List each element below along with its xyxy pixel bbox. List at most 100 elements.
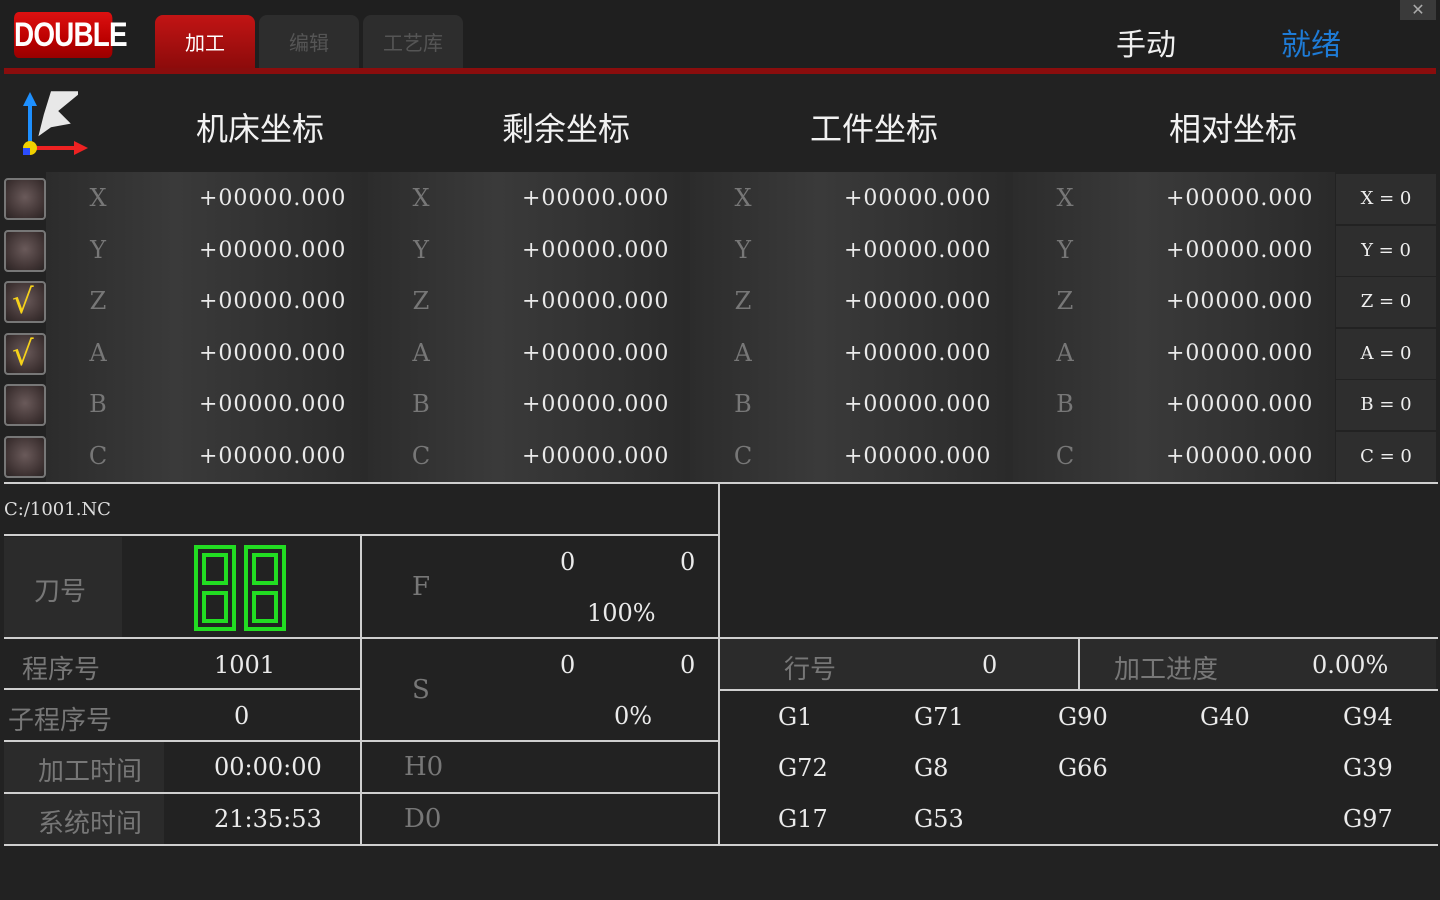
gcode-item: G97	[1343, 805, 1393, 833]
heading-remaining-coords: 剩余坐标	[502, 110, 631, 148]
zero-axis-button[interactable]: X = 0	[1336, 174, 1436, 224]
gcode-item: G17	[778, 805, 828, 833]
remaining-coords-panel	[368, 172, 690, 482]
gcode-item: G8	[914, 754, 949, 782]
axis-checkbox[interactable]	[4, 230, 46, 272]
axis-checkbox[interactable]: √	[4, 281, 46, 323]
progress-label: 加工进度	[1114, 655, 1219, 685]
axis-label: C	[1055, 442, 1075, 470]
axis-label: B	[89, 390, 107, 418]
axis-label: B	[1056, 390, 1074, 418]
close-button[interactable]: ✕	[1400, 0, 1436, 20]
relative-coords-panel	[1013, 172, 1335, 482]
title-bar: DOUBLE 加工 编辑 工艺库 手动 就绪 ✕	[0, 0, 1440, 70]
axis-checkbox[interactable]	[4, 436, 46, 478]
divider	[720, 689, 1438, 691]
axis-label: Z	[412, 287, 430, 315]
header-divider	[4, 68, 1436, 74]
axis-label: Y	[735, 236, 751, 264]
spindle-override: 0%	[614, 702, 653, 730]
coordinate-value: +00000.000	[844, 186, 992, 211]
axis-label: X	[1056, 184, 1074, 212]
sub-program-label: 子程序号	[8, 706, 113, 736]
coordinate-value: +00000.000	[522, 238, 670, 263]
coordinate-value: +00000.000	[844, 341, 992, 366]
heading-relative-coords: 相对坐标	[1169, 110, 1298, 148]
machining-time-label: 加工时间	[38, 757, 143, 787]
divider	[4, 844, 1438, 846]
zero-axis-button[interactable]: A = 0	[1336, 329, 1436, 379]
axis-checkbox[interactable]	[4, 178, 46, 220]
axis-label: Z	[734, 287, 752, 315]
gcode-item: G40	[1200, 703, 1250, 731]
divider	[4, 534, 720, 536]
system-time: 21:35:53	[214, 805, 322, 833]
axis-label: B	[734, 390, 752, 418]
axis-label: X	[412, 184, 430, 212]
coordinate-value: +00000.000	[1166, 341, 1314, 366]
tool-number-display: 00	[190, 544, 286, 631]
coordinate-value: +00000.000	[1166, 238, 1314, 263]
system-time-label: 系统时间	[38, 809, 143, 839]
axis-checkbox[interactable]	[4, 384, 46, 426]
tab-edit[interactable]: 编辑	[259, 15, 359, 68]
gcode-item: G53	[914, 805, 964, 833]
tool-length-offset: H0	[404, 752, 444, 782]
divider	[4, 688, 362, 690]
coordinate-value: +00000.000	[199, 341, 347, 366]
axis-label: Y	[1057, 236, 1073, 264]
axis-label: Y	[90, 236, 106, 264]
tool-label: 刀号	[34, 577, 87, 607]
axis-label: A	[1056, 339, 1074, 367]
tab-machining[interactable]: 加工	[155, 15, 255, 68]
axis-label: C	[88, 442, 108, 470]
coordinate-value: +00000.000	[844, 238, 992, 263]
axis-label: A	[734, 339, 752, 367]
file-path: C:/1001.NC	[4, 499, 111, 520]
zero-axis-button[interactable]: B = 0	[1336, 380, 1436, 430]
axis-label: A	[89, 339, 107, 367]
spindle-value-1: 0	[560, 651, 576, 679]
tool-number: 00	[190, 544, 192, 545]
divider	[4, 482, 1438, 484]
coordinate-value: +00000.000	[1166, 186, 1314, 211]
gcode-item: G71	[914, 703, 964, 731]
coordinate-value: +00000.000	[1166, 392, 1314, 417]
gcode-item: G39	[1343, 754, 1393, 782]
coordinate-value: +00000.000	[1166, 289, 1314, 314]
gcode-item: G72	[778, 754, 828, 782]
program-number: 1001	[214, 651, 276, 679]
check-icon: √	[12, 282, 34, 322]
gcode-item: G66	[1058, 754, 1108, 782]
zero-axis-button[interactable]: Z = 0	[1336, 277, 1436, 327]
workpiece-coords-panel	[690, 172, 1013, 482]
coordinate-value: +00000.000	[844, 392, 992, 417]
mode-indicator[interactable]: 手动	[1116, 20, 1176, 64]
spindle-value-2: 0	[680, 651, 696, 679]
coordinate-value: +00000.000	[199, 289, 347, 314]
heading-workpiece-coords: 工件坐标	[810, 110, 939, 148]
axis-origin-icon	[23, 91, 88, 155]
zero-axis-button[interactable]: C = 0	[1336, 432, 1436, 482]
axis-label: Y	[413, 236, 429, 264]
check-icon: √	[12, 334, 34, 374]
feed-value-1: 0	[560, 548, 576, 576]
axis-label: C	[411, 442, 431, 470]
machining-time: 00:00:00	[214, 753, 322, 781]
divider	[1078, 637, 1080, 689]
line-number: 0	[982, 651, 998, 679]
coordinate-value: +00000.000	[199, 186, 347, 211]
line-number-label: 行号	[784, 655, 837, 685]
coordinate-value: +00000.000	[199, 238, 347, 263]
spindle-label: S	[412, 675, 430, 705]
machine-coords-panel	[46, 172, 368, 482]
coordinate-value: +00000.000	[522, 444, 670, 469]
tab-process-library[interactable]: 工艺库	[363, 15, 463, 68]
coordinate-value: +00000.000	[844, 289, 992, 314]
axis-checkbox[interactable]: √	[4, 333, 46, 375]
sub-program-number: 0	[234, 702, 250, 730]
heading-machine-coords: 机床坐标	[196, 110, 325, 148]
axis-label: X	[734, 184, 752, 212]
zero-axis-button[interactable]: Y = 0	[1336, 226, 1436, 276]
gcode-item: G1	[778, 703, 813, 731]
